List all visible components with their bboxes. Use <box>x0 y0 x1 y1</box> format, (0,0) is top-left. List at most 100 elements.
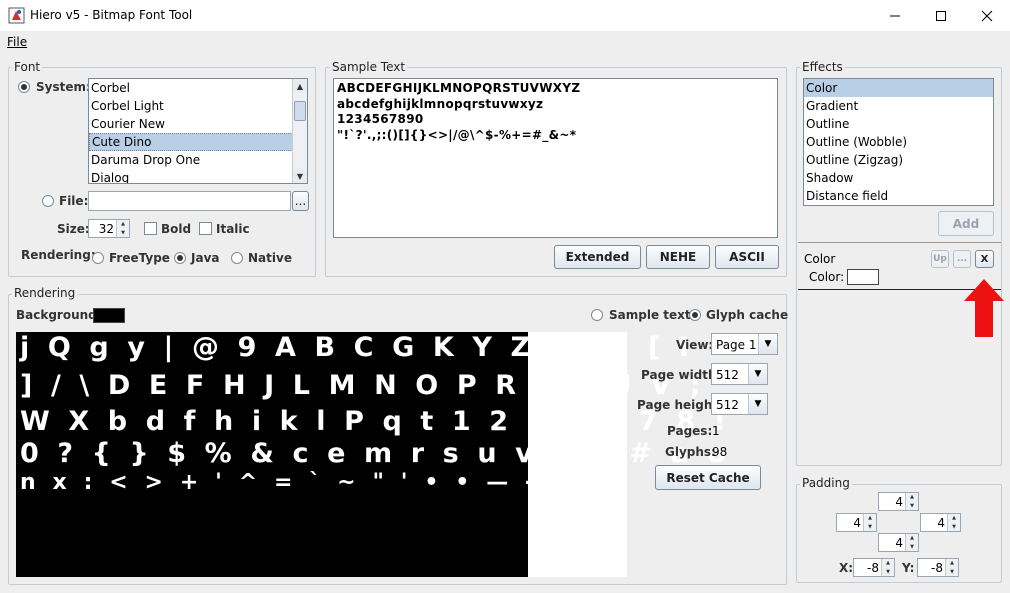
extended-button[interactable]: Extended <box>554 245 641 269</box>
pages-label: Pages: <box>667 424 713 438</box>
glyphs-label: Glyphs: <box>665 445 716 459</box>
freetype-label: FreeType <box>109 251 170 265</box>
spinner-arrows[interactable]: ▲ ▼ <box>116 220 129 237</box>
background-label: Background: <box>16 308 102 322</box>
effect-item-selected[interactable]: Color <box>804 79 993 97</box>
native-label: Native <box>248 251 292 265</box>
sample-line: ABCDEFGHIJKLMNOPQRSTUVWXYZ <box>337 81 581 95</box>
bold-label: Bold <box>161 222 192 236</box>
effect-more-button[interactable]: ... <box>953 250 971 268</box>
active-effect-title: Color <box>804 252 836 266</box>
sample-line: "!`?'.,;:()[]{}<>|/@\^$-%+=#_&~* <box>337 127 577 142</box>
rendering-mode-label: Rendering: <box>21 248 96 262</box>
padding-right-spinner[interactable]: 4 ▲ ▼ <box>920 513 961 532</box>
java-radio[interactable] <box>174 252 186 264</box>
font-list-item-selected[interactable]: Cute Dino <box>89 133 307 151</box>
font-list-item[interactable]: Corbel <box>89 79 307 97</box>
add-effect-button[interactable]: Add <box>938 211 994 236</box>
menu-bar: File <box>0 31 1010 53</box>
chevron-down-icon[interactable]: ▼ <box>748 394 767 414</box>
effect-item[interactable]: Outline (Zigzag) <box>804 151 993 169</box>
spinner-arrows[interactable]: ▲ ▼ <box>945 559 958 576</box>
effects-group-title: Effects <box>800 60 845 74</box>
effect-item[interactable]: Shadow <box>804 169 993 187</box>
page-width-label: Page width: <box>641 368 722 382</box>
effects-list[interactable]: Color Gradient Outline Outline (Wobble) … <box>803 78 994 206</box>
glyph-cache-radio[interactable] <box>689 309 701 321</box>
scroll-down-icon[interactable]: ▼ <box>293 169 307 183</box>
close-icon <box>981 10 993 21</box>
font-group-title: Font <box>12 60 43 74</box>
freetype-radio[interactable] <box>92 252 104 264</box>
maximize-button[interactable] <box>918 0 964 31</box>
red-arrow-icon <box>964 279 1004 337</box>
scroll-up-icon[interactable]: ▲ <box>293 79 307 93</box>
padding-y-label: Y: <box>902 561 915 575</box>
chevron-down-icon[interactable]: ▼ <box>748 364 767 384</box>
padding-x-spinner[interactable]: -8 ▲ ▼ <box>853 558 895 577</box>
nehe-button[interactable]: NEHE <box>646 245 710 269</box>
font-list-scrollbar[interactable]: ▲ ▼ <box>292 79 307 183</box>
glyph-canvas-padding-area <box>528 332 627 577</box>
sample-text-radio-label: Sample text <box>609 308 691 322</box>
minimize-icon <box>890 15 900 16</box>
sample-line: 1234567890 <box>337 112 424 126</box>
effect-divider-top <box>798 242 1001 243</box>
sample-text-area[interactable]: ABCDEFGHIJKLMNOPQRSTUVWXYZ abcdefghijklmn… <box>333 78 778 238</box>
effect-item[interactable]: Distance field <box>804 187 993 205</box>
file-radio[interactable] <box>42 195 54 207</box>
minimize-button[interactable] <box>872 0 918 31</box>
padding-bottom-spinner[interactable]: 4 ▲ ▼ <box>878 533 919 552</box>
font-list-item[interactable]: Dialog <box>89 169 307 183</box>
app-icon <box>8 7 25 24</box>
spinner-arrows[interactable]: ▲ ▼ <box>905 534 918 551</box>
sample-text-radio[interactable] <box>591 309 603 321</box>
maximize-icon <box>936 10 946 21</box>
font-list-item[interactable]: Daruma Drop One <box>89 151 307 169</box>
padding-group-title: Padding <box>800 476 852 490</box>
close-button[interactable] <box>964 0 1010 31</box>
padding-y-spinner[interactable]: -8 ▲ ▼ <box>917 558 959 577</box>
padding-top-spinner[interactable]: 4 ▲ ▼ <box>878 492 919 511</box>
italic-label: Italic <box>216 222 250 236</box>
view-select[interactable]: Page 1 ▼ <box>711 333 778 355</box>
bold-checkbox[interactable] <box>144 222 157 235</box>
system-radio[interactable] <box>18 81 30 93</box>
file-path-input[interactable] <box>88 191 291 211</box>
scroll-thumb[interactable] <box>294 101 306 121</box>
effect-item[interactable]: Gradient <box>804 97 993 115</box>
effect-up-button[interactable]: Up <box>931 250 949 268</box>
spinner-arrows[interactable]: ▲ ▼ <box>863 514 876 531</box>
effect-item[interactable]: Outline (Wobble) <box>804 133 993 151</box>
font-list-item[interactable]: Corbel Light <box>89 97 307 115</box>
window-title: Hiero v5 - Bitmap Font Tool <box>30 8 193 22</box>
effect-item[interactable]: Outline <box>804 115 993 133</box>
padding-left-spinner[interactable]: 4 ▲ ▼ <box>836 513 877 532</box>
padding-x-label: X: <box>839 561 854 575</box>
sample-line: abcdefghijklmnopqrstuvwxyz <box>337 96 544 111</box>
rendering-group-title: Rendering <box>12 286 78 300</box>
spinner-arrows[interactable]: ▲ ▼ <box>947 514 960 531</box>
menu-file[interactable]: File <box>7 35 27 49</box>
italic-checkbox[interactable] <box>199 222 212 235</box>
file-browse-button[interactable]: ... <box>292 191 309 211</box>
spinner-arrows[interactable]: ▲ ▼ <box>881 559 894 576</box>
size-label: Size: <box>57 222 90 236</box>
font-list-item[interactable]: Courier New <box>89 115 307 133</box>
chevron-down-icon[interactable]: ▼ <box>758 334 777 354</box>
native-radio[interactable] <box>231 252 243 264</box>
size-spinner[interactable]: 32 ▲ ▼ <box>88 219 130 238</box>
glyph-row: n x : < > + ' ^ = ` ~ " ' • • — - <box>20 470 539 495</box>
effect-color-swatch[interactable] <box>847 269 879 285</box>
reset-cache-button[interactable]: Reset Cache <box>655 465 761 490</box>
file-label: File: <box>59 194 89 208</box>
pages-value: 1 <box>712 424 720 438</box>
spinner-arrows[interactable]: ▲ ▼ <box>905 493 918 510</box>
system-label: System: <box>36 80 91 94</box>
font-list[interactable]: Corbel Corbel Light Courier New Cute Din… <box>88 78 308 184</box>
effect-remove-button[interactable]: X <box>975 250 994 268</box>
ascii-button[interactable]: ASCII <box>715 245 779 269</box>
page-height-select[interactable]: 512 ▼ <box>711 393 768 415</box>
page-width-select[interactable]: 512 ▼ <box>711 363 768 385</box>
background-color-swatch[interactable] <box>93 308 125 323</box>
